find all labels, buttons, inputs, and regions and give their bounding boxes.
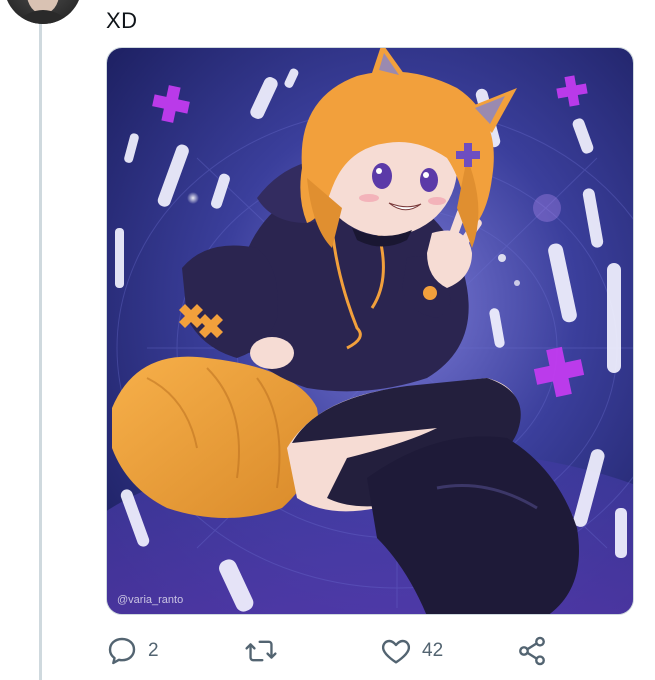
share-icon — [519, 636, 545, 666]
watermark: @varia_ranto — [117, 594, 183, 606]
thread-connector-line — [39, 22, 42, 680]
retweet-icon — [245, 640, 277, 662]
paw-print-icon — [423, 286, 437, 300]
share-button[interactable] — [516, 632, 548, 670]
heart-icon — [381, 639, 411, 664]
like-button[interactable]: 42 — [380, 632, 443, 670]
like-count: 42 — [422, 640, 444, 661]
retweet-button[interactable] — [244, 632, 288, 670]
tweet-actions-bar: 2 42 — [106, 632, 634, 670]
reply-icon — [108, 637, 136, 665]
tweet-text: XD — [106, 8, 138, 33]
hand — [250, 337, 294, 369]
reply-count: 2 — [148, 640, 159, 661]
avatar[interactable] — [4, 0, 82, 24]
reply-button[interactable]: 2 — [106, 632, 159, 670]
tweet-image[interactable]: @varia_ranto — [106, 47, 634, 615]
